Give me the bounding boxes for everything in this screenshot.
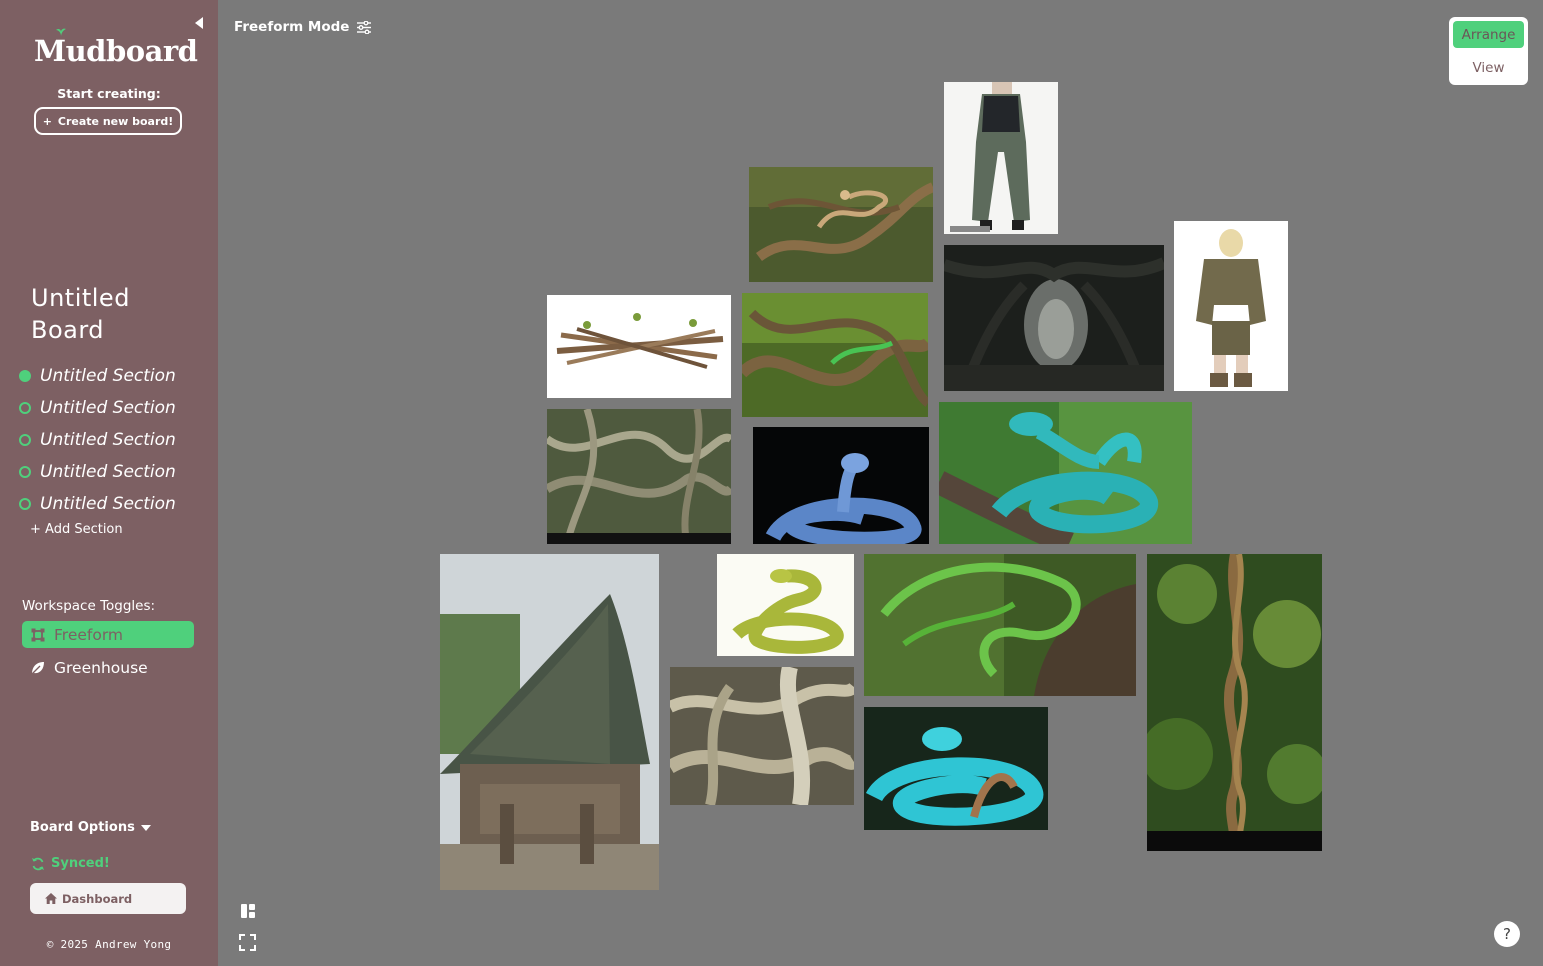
image-root-tangle[interactable]: [670, 667, 854, 805]
image-green-vine-snake[interactable]: [864, 554, 1136, 696]
collapse-sidebar-icon[interactable]: [193, 15, 205, 31]
workspace-toggle-label: Freeform: [54, 625, 124, 644]
image-fashion-coat[interactable]: [944, 82, 1058, 234]
view-button[interactable]: View: [1453, 54, 1524, 81]
plus-icon: +: [42, 114, 52, 128]
workspace-toggle-label: Greenhouse: [54, 658, 148, 677]
section-dot-icon: [19, 466, 31, 478]
workspace-toggle-freeform[interactable]: Freeform: [22, 621, 194, 648]
section-label: Untitled Section: [40, 494, 176, 514]
image-tangled-vines[interactable]: [547, 409, 731, 544]
workspace-toggle-greenhouse[interactable]: Greenhouse: [22, 654, 194, 681]
app-logo: Mudboard: [34, 28, 198, 74]
caret-down-icon: [140, 824, 151, 831]
section-label: Untitled Section: [40, 398, 176, 418]
frame-icon: [31, 628, 45, 641]
image-twisted-vine[interactable]: [1147, 554, 1322, 851]
section-item[interactable]: Untitled Section: [19, 424, 209, 456]
image-fashion-jacket[interactable]: [1174, 221, 1288, 391]
section-dot-icon: [19, 498, 31, 510]
logo-text: Mudboard: [34, 34, 198, 68]
image-dark-forest-tunnel[interactable]: [944, 245, 1164, 391]
sliders-icon: [357, 20, 372, 34]
section-item[interactable]: Untitled Section: [19, 456, 209, 488]
mode-label: Freeform Mode: [234, 19, 350, 35]
image-blue-viper-dark[interactable]: [753, 427, 929, 544]
arrange-view-toggle: Arrange View: [1449, 17, 1528, 85]
dashboard-button[interactable]: Dashboard: [30, 883, 186, 914]
help-button[interactable]: ?: [1494, 921, 1520, 947]
image-yellow-snake[interactable]: [717, 554, 854, 656]
image-teal-viper-branch[interactable]: [939, 402, 1192, 544]
fullscreen-icon[interactable]: [239, 934, 256, 951]
sync-icon: [32, 857, 44, 870]
board-title[interactable]: Untitled Board: [31, 282, 181, 346]
section-item[interactable]: Untitled Section: [19, 392, 209, 424]
dashboard-label: Dashboard: [62, 891, 133, 906]
image-thatched-house[interactable]: [440, 554, 659, 890]
section-dot-icon: [19, 434, 31, 446]
copyright: © 2025 Andrew Yong: [46, 938, 172, 951]
section-list: Untitled Section Untitled Section Untitl…: [19, 360, 209, 520]
sync-status-label: Synced!: [51, 856, 110, 871]
image-twig-bundle[interactable]: [547, 295, 731, 398]
sprout-icon: [56, 28, 66, 36]
workspace-toggles-label: Workspace Toggles:: [22, 598, 156, 614]
layout-icon[interactable]: [240, 903, 256, 919]
board-options-label: Board Options: [30, 820, 135, 835]
section-dot-icon: [19, 402, 31, 414]
board-options-dropdown[interactable]: Board Options: [30, 820, 151, 835]
start-creating-label: Start creating:: [57, 86, 161, 101]
section-label: Untitled Section: [40, 366, 176, 386]
section-label: Untitled Section: [40, 462, 176, 482]
create-new-board-label: Create new board!: [57, 114, 174, 128]
image-vine-snake-branch[interactable]: [749, 167, 933, 282]
freeform-mode-toggle[interactable]: Freeform Mode: [234, 19, 372, 35]
arrange-button[interactable]: Arrange: [1453, 21, 1524, 48]
section-item[interactable]: Untitled Section: [19, 360, 209, 392]
section-active-dot-icon: [19, 370, 31, 382]
section-label: Untitled Section: [40, 430, 176, 450]
leaf-icon: [31, 661, 44, 674]
image-green-vines-snake[interactable]: [742, 293, 928, 417]
create-new-board-button[interactable]: + Create new board!: [34, 107, 182, 135]
add-section-button[interactable]: + Add Section: [30, 522, 123, 537]
home-icon: [45, 893, 57, 904]
sync-status: Synced!: [31, 856, 110, 871]
sidebar: Mudboard Start creating: + Create new bo…: [0, 0, 218, 966]
image-blue-viper-coiled[interactable]: [864, 707, 1048, 830]
section-item[interactable]: Untitled Section: [19, 488, 209, 520]
